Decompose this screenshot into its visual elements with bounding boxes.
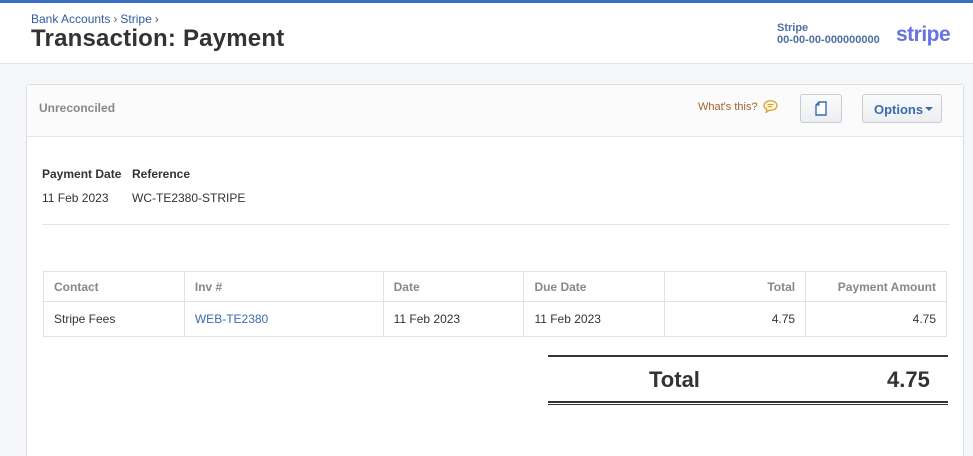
speech-bubble-icon[interactable]: [763, 100, 778, 113]
options-label: Options: [874, 102, 924, 117]
breadcrumb-separator: ›: [113, 12, 118, 26]
cell-date: 11 Feb 2023: [382, 301, 525, 337]
cell-payment-amount: 4.75: [805, 301, 947, 337]
stripe-logo: stripe: [896, 23, 951, 46]
copy-icon: [815, 101, 827, 116]
cell-due-date: 11 Feb 2023: [523, 301, 666, 337]
total-bottom-rule: [548, 401, 948, 405]
total-value: 4.75: [887, 367, 930, 392]
table-header-row: Contact Inv # Date Due Date Total Paymen…: [43, 271, 947, 302]
reference-label: Reference: [132, 167, 191, 181]
column-header-payment-amount: Payment Amount: [805, 271, 947, 302]
column-header-date: Date: [382, 271, 525, 302]
section-divider: [42, 224, 950, 225]
payment-date-label: Payment Date: [42, 167, 122, 181]
account-number: 00-00-00-000000000: [777, 34, 880, 46]
copy-button[interactable]: [800, 94, 842, 123]
column-header-total: Total: [664, 271, 807, 302]
breadcrumb-bank-accounts[interactable]: Bank Accounts: [31, 12, 110, 26]
breadcrumb: Bank Accounts › Stripe ›: [31, 12, 162, 26]
reference-value: WC-TE2380-STRIPE: [132, 191, 246, 205]
chevron-down-icon: [925, 107, 933, 111]
column-header-due-date: Due Date: [523, 271, 666, 302]
account-name: Stripe: [777, 22, 809, 34]
column-header-invoice: Inv #: [183, 271, 384, 302]
panel-header: Unreconciled What's this? Options: [27, 85, 963, 137]
table-row: Stripe Fees WEB-TE2380 11 Feb 2023 11 Fe…: [43, 301, 947, 337]
breadcrumb-stripe[interactable]: Stripe: [120, 12, 151, 26]
total-top-rule: [548, 355, 948, 357]
payment-lines-table: Contact Inv # Date Due Date Total Paymen…: [43, 271, 947, 337]
breadcrumb-separator: ›: [154, 12, 159, 26]
account-info: Stripe 00-00-00-000000000: [777, 22, 880, 46]
transaction-panel: Unreconciled What's this? Options Paymen…: [26, 84, 964, 456]
page-title: Transaction: Payment: [31, 25, 285, 52]
whats-this-link[interactable]: What's this?: [698, 101, 758, 113]
column-header-contact: Contact: [43, 271, 185, 302]
reconcile-status: Unreconciled: [39, 101, 116, 115]
options-button[interactable]: Options: [862, 94, 942, 123]
cell-contact: Stripe Fees: [43, 301, 185, 337]
payment-date-value: 11 Feb 2023: [42, 191, 109, 205]
total-label: Total: [649, 367, 700, 392]
page-header: Bank Accounts › Stripe › Transaction: Payme…: [0, 3, 973, 64]
cell-total: 4.75: [664, 301, 807, 337]
invoice-link[interactable]: WEB-TE2380: [183, 301, 384, 337]
